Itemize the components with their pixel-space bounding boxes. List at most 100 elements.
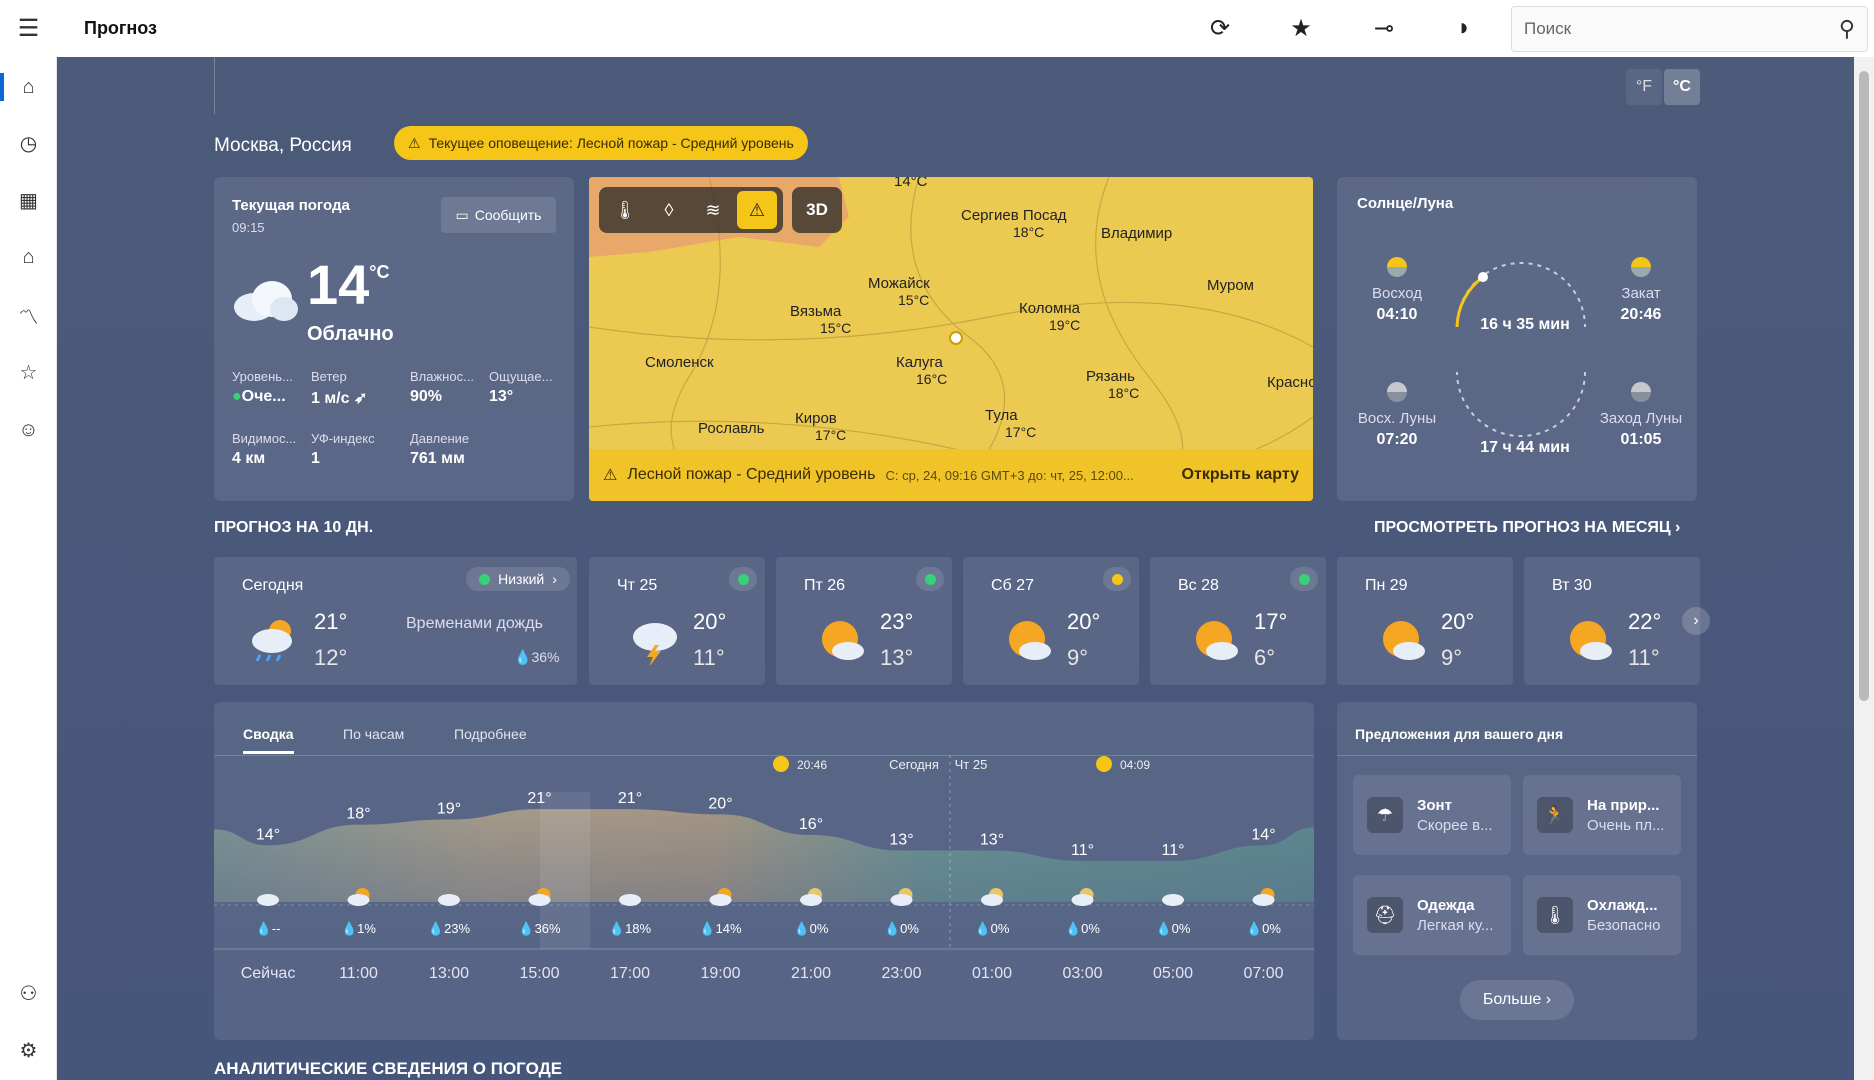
summary-card: Сводка По часам Подробнее 20:46 Сегодня Чт… xyxy=(214,702,1314,1040)
day-high: 22° xyxy=(1628,609,1662,634)
day-card[interactable]: Чт 25 20° 11° xyxy=(589,557,765,685)
favorite-star-icon[interactable]: ★ xyxy=(1281,10,1321,46)
suggestion-umbrella[interactable]: ☂ Зонт Скорее в... xyxy=(1353,775,1511,855)
weather-map[interactable]: 🌡 ◊ ≋ ⚠ 3D Сергиев Посад 18°C Владимир Мо… xyxy=(589,177,1313,501)
precipitation-layer-icon[interactable]: ◊ xyxy=(649,191,689,229)
nav-trends-chart-icon[interactable]: 〽 xyxy=(0,293,57,337)
map-city[interactable]: Вязьма 15°C xyxy=(790,303,851,336)
partly-sunny-icon xyxy=(1009,621,1051,660)
current-temperature: 14°C xyxy=(307,253,390,316)
feels-like-detail[interactable]: Ощущае... 13° xyxy=(489,369,552,406)
next-days-chevron-icon[interactable]: › xyxy=(1682,607,1710,635)
map-city[interactable]: Коломна 19°C xyxy=(1019,300,1080,333)
map-city[interactable]: 14°C xyxy=(894,177,928,190)
pollen-indicator[interactable] xyxy=(1103,567,1131,591)
fahrenheit-button[interactable]: °F xyxy=(1626,69,1662,105)
scrollbar[interactable] xyxy=(1854,57,1874,1080)
location-name[interactable]: Москва, Россия xyxy=(214,135,352,157)
map-3d-button[interactable]: 3D xyxy=(792,187,842,233)
cloud-icon xyxy=(438,894,460,906)
cloud-icon xyxy=(619,894,641,906)
pollen-indicator[interactable] xyxy=(729,567,757,591)
celsius-button[interactable]: °C xyxy=(1664,69,1700,105)
map-city[interactable]: Рославль xyxy=(698,420,764,437)
map-city[interactable]: Муром xyxy=(1207,277,1254,294)
suggestion-outdoor[interactable]: 🏃 На прир... Очень пл... xyxy=(1523,775,1681,855)
nav-lifestyle-smiley-icon[interactable]: ☺ xyxy=(0,408,57,452)
hour-time: Сейчас xyxy=(241,965,296,982)
temperature-layer-icon[interactable]: 🌡 xyxy=(605,191,645,229)
visibility-detail[interactable]: Видимос... 4 км xyxy=(232,431,296,468)
map-city[interactable]: Калуга 16°C xyxy=(896,354,947,387)
hour-time: 23:00 xyxy=(881,965,921,982)
month-forecast-link[interactable]: ПРОСМОТРЕТЬ ПРОГНОЗ НА МЕСЯЦ › xyxy=(1374,519,1680,537)
map-alert-bar[interactable]: ⚠ Лесной пожар - Средний уровень С: ср, … xyxy=(589,449,1313,501)
warning-icon: ⚠ xyxy=(603,467,618,484)
map-city[interactable]: Можайск 15°C xyxy=(868,275,930,308)
map-city[interactable]: Киров 17°C xyxy=(795,410,846,443)
refresh-icon[interactable]: ⟳ xyxy=(1200,10,1240,46)
hourly-chart[interactable]: 20:46 Сегодня Чт 25 04:09 14° 💧-- Сейчас 18° 💧1%… xyxy=(214,702,1314,1040)
alert-badge[interactable]: ⚠ Текущее оповещение: Лесной пожар - Сре… xyxy=(394,126,808,160)
title-bar: ☰ Прогноз ⟳ ★ ⊸ ◗ Поиск ⚲ xyxy=(0,0,1874,57)
scrollbar-thumb[interactable] xyxy=(1859,71,1869,701)
map-city[interactable]: Тула 17°C xyxy=(985,407,1036,440)
day-card[interactable]: Пн 29 20° 9° xyxy=(1337,557,1513,685)
day-low: 13° xyxy=(880,645,914,670)
pin-icon[interactable]: ⊸ xyxy=(1364,10,1404,46)
map-city[interactable]: Владимир xyxy=(1101,225,1172,242)
dark-mode-moon-icon[interactable]: ◗ xyxy=(1444,10,1484,46)
pollen-indicator[interactable] xyxy=(1290,567,1318,591)
sunset: Закат 20:46 xyxy=(1601,257,1681,324)
more-button[interactable]: Больше › xyxy=(1460,980,1574,1020)
pollen-badge[interactable]: Низкий › xyxy=(466,567,570,591)
nav-favorites-icon[interactable]: ☆ xyxy=(0,350,57,394)
wind-detail[interactable]: Ветер 1 м/с ➶ xyxy=(311,369,367,408)
cloudy-icon xyxy=(230,277,300,328)
hour-time: 11:00 xyxy=(339,965,378,982)
map-city[interactable]: Рязань 18°C xyxy=(1086,368,1139,401)
open-map-link[interactable]: Открыть карту xyxy=(1182,466,1299,484)
map-city[interactable]: Смоленск xyxy=(645,354,714,371)
day-card-today[interactable]: Сегодня Низкий › 21° 12° Временами дождь… xyxy=(214,557,577,685)
day-card[interactable]: Сб 27 20° 9° xyxy=(963,557,1139,685)
nav-maps-icon[interactable]: ⌂ xyxy=(0,235,57,279)
hour-temp: 19° xyxy=(437,801,461,818)
day-name: Вс 28 xyxy=(1178,577,1219,594)
sunset-icon xyxy=(1631,257,1651,277)
pollen-indicator[interactable] xyxy=(916,567,944,591)
suggestion-clothing[interactable]: ⛑ Одежда Легкая ку... xyxy=(1353,875,1511,955)
nav-home-icon[interactable]: ⌂ xyxy=(0,65,57,109)
unit-toggle: °F °C xyxy=(1626,69,1700,105)
map-city[interactable]: Сергиев Посад 18°C xyxy=(961,207,1067,240)
day-high: 23° xyxy=(880,609,914,634)
wind-layer-icon[interactable]: ≋ xyxy=(693,191,733,229)
search-icon[interactable]: ⚲ xyxy=(1839,16,1855,42)
day-length: 16 ч 35 мин xyxy=(1480,316,1570,333)
moonset-icon xyxy=(1631,382,1651,402)
hour-time: 01:00 xyxy=(972,965,1012,982)
map-alert-period: С: ср, 24, 09:16 GMT+3 до: чт, 25, 12:00… xyxy=(885,467,1134,483)
thunder-rain-icon xyxy=(633,623,677,665)
search-input[interactable]: Поиск ⚲ xyxy=(1511,6,1868,52)
sun-moon-card[interactable]: Солнце/Луна Восход 04:10 Закат 20:46 16 ч … xyxy=(1337,177,1697,501)
uv-detail[interactable]: УФ-индекс 1 xyxy=(311,431,375,468)
alert-layer-icon[interactable]: ⚠ xyxy=(737,191,777,229)
humidity-detail[interactable]: Влажнос... 90% xyxy=(410,369,474,406)
forecast-heading: ПРОГНОЗ НА 10 ДН. xyxy=(214,519,374,536)
nav-history-clock-icon[interactable]: ◷ xyxy=(0,121,57,165)
pressure-detail[interactable]: Давление 761 мм xyxy=(410,431,469,468)
suggestion-cooling[interactable]: 🌡 Охлажд... Безопасно xyxy=(1523,875,1681,955)
aqi-detail[interactable]: Уровень... ●Оче... xyxy=(232,369,293,406)
day-card[interactable]: Пт 26 23° 13° xyxy=(776,557,952,685)
nav-account-icon[interactable]: ⚇ xyxy=(0,971,57,1015)
day-card[interactable]: Вт 30 22° 11° xyxy=(1524,557,1700,685)
nav-calendar-icon[interactable]: ▦ xyxy=(0,178,57,222)
umbrella-icon: ☂ xyxy=(1367,797,1403,833)
hamburger-menu-icon[interactable]: ☰ xyxy=(0,0,57,57)
nav-settings-gear-icon[interactable]: ⚙ xyxy=(0,1028,57,1072)
map-city[interactable]: Красно xyxy=(1267,374,1313,391)
report-button[interactable]: ▭ Сообщить xyxy=(441,197,556,233)
day-low: 11° xyxy=(1628,645,1660,670)
day-card[interactable]: Вс 28 17° 6° xyxy=(1150,557,1326,685)
